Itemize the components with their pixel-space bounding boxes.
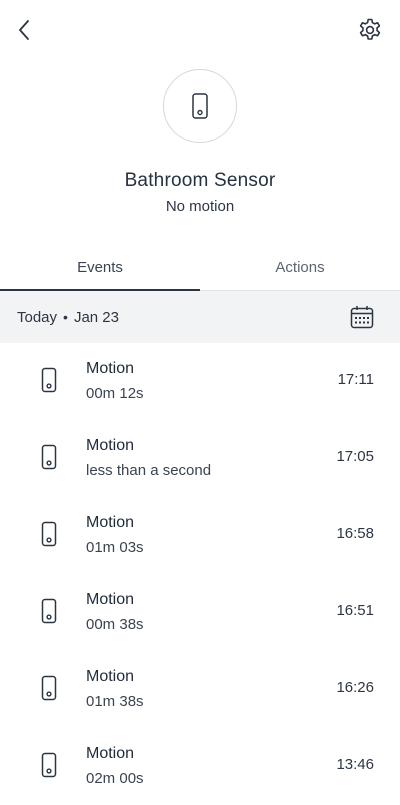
event-title: Motion: [86, 437, 135, 454]
event-title: Motion: [86, 745, 135, 762]
calendar-button[interactable]: [349, 304, 375, 330]
device-avatar: [163, 69, 237, 143]
device-name: Bathroom Sensor: [124, 170, 276, 191]
settings-button[interactable]: [354, 14, 386, 46]
date-separator: •: [63, 309, 68, 325]
event-title: Motion: [86, 360, 135, 377]
sensor-device-icon: [41, 598, 57, 624]
event-time: 17:11: [337, 371, 374, 388]
tab-actions[interactable]: Actions: [200, 244, 400, 290]
event-time: 16:51: [336, 602, 374, 619]
event-duration: 00m 12s: [86, 385, 144, 402]
sensor-device-icon: [41, 521, 57, 547]
sensor-device-icon: [192, 93, 208, 119]
event-row[interactable]: Motion 00m 38s 16:51: [0, 574, 400, 651]
event-time: 16:58: [336, 525, 374, 542]
sensor-device-icon: [41, 675, 57, 701]
event-list: Motion 00m 12s 17:11 Motion less than a …: [0, 343, 400, 805]
sensor-device-icon: [41, 367, 57, 393]
event-row[interactable]: Motion 00m 12s 17:11: [0, 343, 400, 420]
event-duration: less than a second: [86, 462, 212, 479]
event-duration: 00m 38s: [86, 616, 144, 633]
event-title: Motion: [86, 668, 135, 685]
date-value: Jan 23: [73, 308, 119, 326]
sensor-device-icon: [41, 444, 57, 470]
gear-icon: [359, 18, 381, 40]
event-row[interactable]: Motion 01m 38s 16:26: [0, 651, 400, 728]
event-row[interactable]: Motion 02m 00s 13:46: [0, 728, 400, 805]
device-status: No motion: [165, 198, 235, 215]
event-time: 13:46: [336, 756, 374, 773]
event-row[interactable]: Motion 01m 03s 16:58: [0, 497, 400, 574]
tab-bar: Events Actions: [0, 244, 400, 291]
chevron-left-icon: [19, 20, 29, 40]
event-time: 16:26: [336, 679, 374, 696]
calendar-icon: [350, 306, 374, 329]
back-button[interactable]: [10, 14, 38, 46]
top-bar: [0, 0, 400, 60]
event-title: Motion: [86, 591, 135, 608]
event-duration: 01m 03s: [86, 539, 144, 556]
tab-events[interactable]: Events: [0, 244, 200, 290]
event-row[interactable]: Motion less than a second 17:05: [0, 420, 400, 497]
date-header: Today • Jan 23: [0, 291, 400, 343]
event-time: 17:05: [336, 448, 374, 465]
event-duration: 02m 00s: [86, 770, 144, 787]
sensor-device-icon: [41, 752, 57, 778]
date-day: Today: [17, 308, 58, 326]
event-duration: 01m 38s: [86, 693, 144, 710]
date-label: Today • Jan 23: [17, 291, 119, 343]
event-title: Motion: [86, 514, 135, 531]
